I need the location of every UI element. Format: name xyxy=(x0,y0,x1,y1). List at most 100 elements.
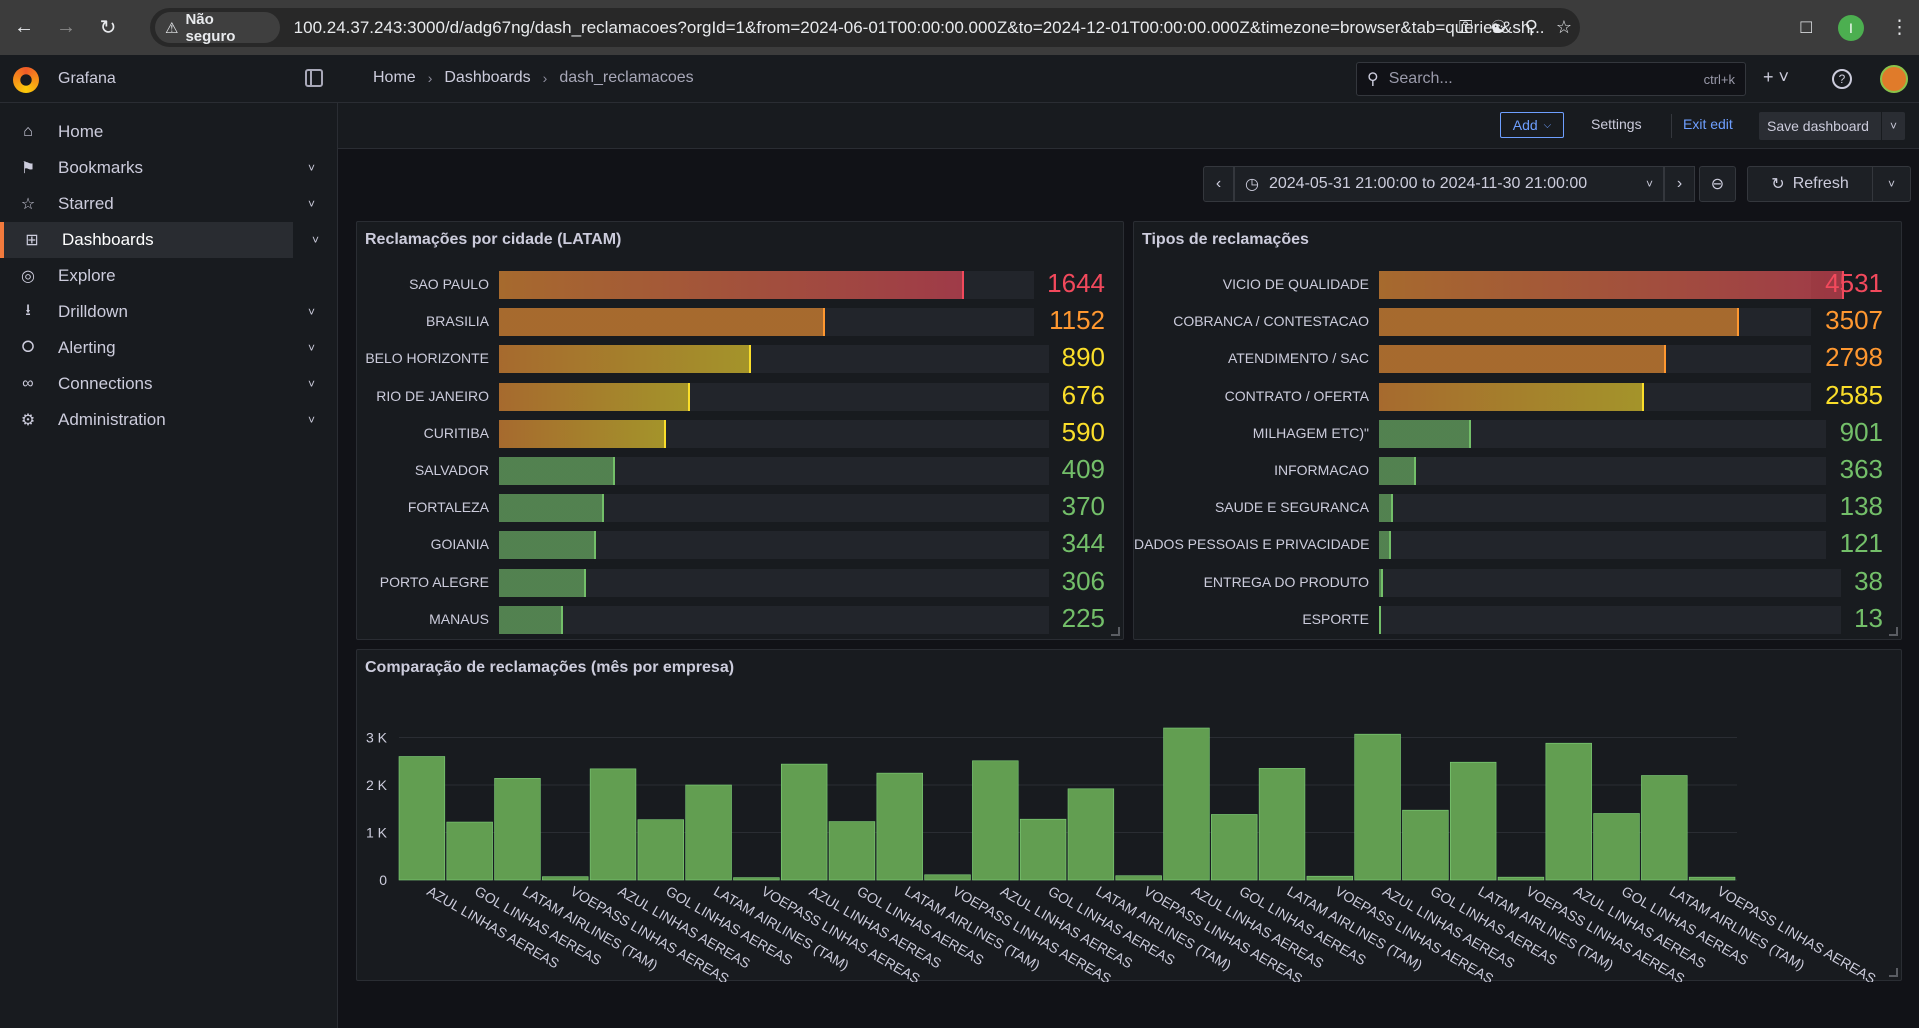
sidebar-item-label: Alerting xyxy=(58,338,116,357)
add-button[interactable]: Add ⌵ xyxy=(1500,112,1564,138)
panel-cities[interactable]: Reclamações por cidade (LATAM) SAO PAULO… xyxy=(356,221,1124,640)
save-dashboard-button[interactable]: Save dashboard ˅ xyxy=(1759,112,1905,140)
chevron-down-icon[interactable]: ˅ xyxy=(308,305,315,319)
sidebar-item-label: Home xyxy=(58,122,104,141)
chart-bar[interactable] xyxy=(494,778,541,881)
chart-bar[interactable] xyxy=(1354,733,1401,881)
chart-bar[interactable] xyxy=(1258,768,1306,881)
bar-gauge-row: ATENDIMENTO / SAC 2798 xyxy=(1134,341,1901,377)
chart-bar[interactable] xyxy=(1641,775,1688,881)
chart-bar[interactable] xyxy=(1545,742,1592,881)
chart-bar[interactable] xyxy=(542,876,589,881)
security-chip[interactable]: ⚠ Não seguro xyxy=(155,11,280,45)
resize-handle-icon[interactable] xyxy=(1889,968,1898,977)
sidebar-item-alerting[interactable]: ⭘ Alerting ˅ xyxy=(0,330,315,366)
chevron-down-icon[interactable]: ˅ xyxy=(312,233,319,247)
bar-gauge-label: BELO HORIZONTE xyxy=(365,350,489,367)
chart-bar[interactable] xyxy=(398,756,446,881)
save-label: Save dashboard xyxy=(1767,118,1869,134)
chart-bar[interactable] xyxy=(589,768,637,881)
bar-gauge-track xyxy=(499,382,1049,411)
help-icon[interactable]: ? xyxy=(1832,69,1852,89)
divider xyxy=(1671,114,1672,138)
sidebar-item-home[interactable]: ⌂ Home xyxy=(0,114,293,150)
chart-bar[interactable] xyxy=(1449,761,1497,881)
chart-bar[interactable] xyxy=(733,877,780,881)
zoom-icon[interactable]: ⚲ xyxy=(1525,17,1538,38)
url-actions: ⚿ ☯ ⚲ ☆ xyxy=(1459,8,1572,47)
new-plus-icon[interactable]: + ˅ xyxy=(1763,67,1789,88)
chart-bar[interactable] xyxy=(780,763,828,881)
chevron-down-icon[interactable]: ˅ xyxy=(308,377,315,391)
sidebar-item-starred[interactable]: ☆ Starred ˅ xyxy=(0,186,315,222)
key-icon[interactable]: ⚿ xyxy=(1459,17,1473,38)
address-bar[interactable]: ⚠ Não seguro 100.24.37.243:3000/d/adg67n… xyxy=(150,8,1580,47)
chart-bar[interactable] xyxy=(1593,813,1640,881)
sidebar-item-drilldown[interactable]: ⭳ Drilldown ˅ xyxy=(0,294,315,330)
bar-gauge-track xyxy=(1379,382,1811,411)
grafana-logo-icon[interactable] xyxy=(13,67,39,93)
time-shift-forward-icon[interactable]: › xyxy=(1664,166,1695,202)
bar-gauge-label: CURITIBA xyxy=(423,424,489,441)
panel-comparison[interactable]: Comparação de reclamações (mês por empre… xyxy=(356,649,1902,982)
time-shift-back-icon[interactable]: ‹ xyxy=(1203,166,1234,202)
panel-types[interactable]: Tipos de reclamações VICIO DE QUALIDADE 4… xyxy=(1133,221,1902,640)
forward-icon[interactable]: → xyxy=(48,10,84,46)
chart-bar[interactable] xyxy=(876,772,923,881)
bookmark-star-icon[interactable]: ☆ xyxy=(1556,17,1572,38)
chevron-down-icon[interactable]: ˅ xyxy=(308,341,315,355)
breadcrumb-home[interactable]: Home xyxy=(373,69,416,87)
breadcrumb-dashboards[interactable]: Dashboards xyxy=(444,69,530,87)
chart-bar[interactable] xyxy=(446,821,493,881)
back-icon[interactable]: ← xyxy=(6,10,42,46)
sidebar-item-bookmarks[interactable]: ⚑ Bookmarks ˅ xyxy=(0,150,315,186)
chart-bar[interactable] xyxy=(685,784,732,881)
bar-gauge-label: MILHAGEM ETC)" xyxy=(1252,424,1369,441)
url-text[interactable]: 100.24.37.243:3000/d/adg67ng/dash_reclam… xyxy=(294,18,1580,38)
chart-bar[interactable] xyxy=(1115,875,1162,881)
chart-bar[interactable] xyxy=(828,821,876,881)
chart-bar[interactable] xyxy=(637,819,685,881)
translate-icon[interactable]: ☯ xyxy=(1491,17,1507,38)
reload-icon[interactable]: ↻ xyxy=(90,10,126,46)
exit-edit-button[interactable]: Exit edit xyxy=(1683,116,1733,132)
bar-gauge-label: MANAUS xyxy=(429,610,489,627)
chevron-down-icon[interactable]: ˅ xyxy=(1881,112,1905,140)
chart-bar[interactable] xyxy=(1163,727,1210,881)
refresh-button[interactable]: ↻ Refresh xyxy=(1747,166,1873,202)
user-avatar[interactable] xyxy=(1880,65,1908,93)
sidebar-item-dashboards[interactable]: ⊞ Dashboards ˅ xyxy=(0,222,319,258)
chart-bar[interactable] xyxy=(924,874,971,881)
bar-gauge-fill xyxy=(1379,531,1392,560)
settings-button[interactable]: Settings xyxy=(1591,116,1642,132)
chart-bar[interactable] xyxy=(1211,814,1258,881)
profile-avatar[interactable]: I xyxy=(1838,14,1864,41)
bar-gauge-cap xyxy=(1469,419,1472,448)
extensions-icon[interactable]: □ xyxy=(1801,17,1812,39)
chart-bar[interactable] xyxy=(1306,875,1354,881)
bar-gauge-label: SALVADOR xyxy=(414,462,489,478)
sidebar-item-administration[interactable]: ⚙ Administration ˅ xyxy=(0,402,315,438)
chart-bar[interactable] xyxy=(1067,788,1115,881)
refresh-group: ↻ Refresh ˅ xyxy=(1747,166,1911,202)
dock-menu-icon[interactable] xyxy=(305,69,323,87)
zoom-out-icon[interactable]: ⊖ xyxy=(1699,166,1736,202)
bar-gauge-fill xyxy=(1379,457,1417,485)
chevron-down-icon[interactable]: ˅ xyxy=(308,197,315,211)
sidebar-item-connections[interactable]: ∞ Connections ˅ xyxy=(0,366,315,402)
search-box[interactable]: ⚲ ctrl+k xyxy=(1356,62,1746,96)
chevron-down-icon[interactable]: ˅ xyxy=(308,161,315,175)
time-range-picker[interactable]: ◷ 2024-05-31 21:00:00 to 2024-11-30 21:0… xyxy=(1234,166,1664,202)
kebab-menu-icon[interactable]: ⋮ xyxy=(1890,16,1909,39)
chart-bar[interactable] xyxy=(1019,818,1067,881)
chevron-down-icon[interactable]: ˅ xyxy=(308,413,315,427)
chart-bar[interactable] xyxy=(1497,876,1545,881)
bar-gauge-fill xyxy=(1379,271,1844,299)
refresh-interval-chevron-icon[interactable]: ˅ xyxy=(1873,166,1911,202)
chart-bar[interactable] xyxy=(1688,876,1736,881)
chart-bar[interactable] xyxy=(972,760,1019,881)
chart-bar[interactable] xyxy=(1402,809,1449,881)
sidebar-item-explore[interactable]: ◎ Explore xyxy=(0,258,293,294)
search-input[interactable] xyxy=(1388,70,1689,88)
bar-gauge-fill xyxy=(1379,345,1667,374)
